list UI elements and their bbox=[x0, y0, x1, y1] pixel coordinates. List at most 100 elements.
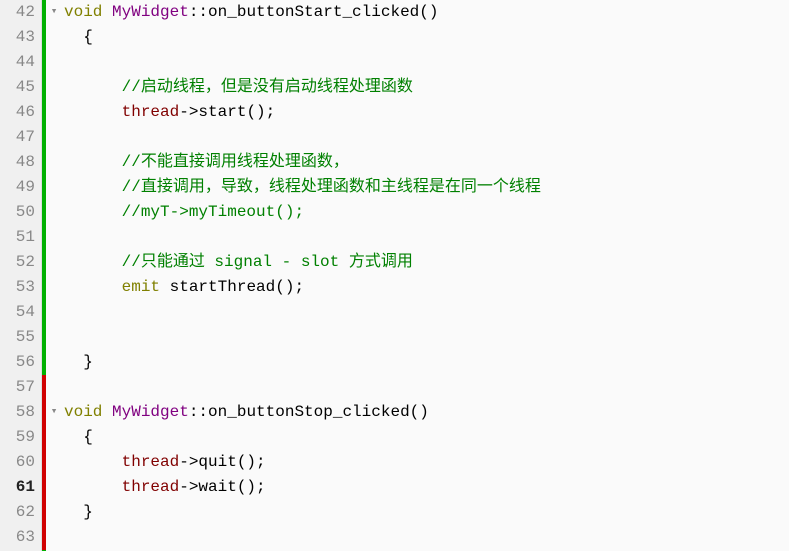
line-number: 60 bbox=[0, 450, 35, 475]
code-line[interactable] bbox=[64, 50, 789, 75]
code-token: startThread bbox=[170, 278, 276, 296]
code-token bbox=[64, 178, 122, 196]
code-line[interactable] bbox=[64, 300, 789, 325]
line-number: 56 bbox=[0, 350, 35, 375]
code-line[interactable] bbox=[64, 225, 789, 250]
code-token: -> bbox=[179, 453, 198, 471]
code-token: (); bbox=[246, 103, 275, 121]
line-number: 44 bbox=[0, 50, 35, 75]
code-line[interactable]: emit startThread(); bbox=[64, 275, 789, 300]
line-number: 62 bbox=[0, 500, 35, 525]
code-token: { bbox=[64, 428, 93, 446]
line-number: 47 bbox=[0, 125, 35, 150]
line-number: 51 bbox=[0, 225, 35, 250]
line-number: 54 bbox=[0, 300, 35, 325]
code-line[interactable]: //启动线程，但是没有启动线程处理函数 bbox=[64, 75, 789, 100]
code-token: MyWidget bbox=[112, 3, 189, 21]
code-token bbox=[160, 278, 170, 296]
line-number: 50 bbox=[0, 200, 35, 225]
code-token: (); bbox=[237, 453, 266, 471]
code-line[interactable]: thread->wait(); bbox=[64, 475, 789, 500]
fold-toggle bbox=[46, 225, 62, 250]
code-line[interactable]: { bbox=[64, 425, 789, 450]
code-line[interactable] bbox=[64, 375, 789, 400]
fold-toggle bbox=[46, 150, 62, 175]
line-number: 63 bbox=[0, 525, 35, 550]
fold-toggle bbox=[46, 175, 62, 200]
fold-toggle bbox=[46, 125, 62, 150]
code-token: (); bbox=[237, 478, 266, 496]
code-token: //启动线程，但是没有启动线程处理函数 bbox=[122, 78, 413, 96]
code-token: () bbox=[419, 3, 438, 21]
code-line[interactable]: } bbox=[64, 350, 789, 375]
fold-toggle bbox=[46, 475, 62, 500]
code-line[interactable] bbox=[64, 325, 789, 350]
code-token bbox=[64, 78, 122, 96]
code-line[interactable] bbox=[64, 125, 789, 150]
code-line[interactable]: //myT->myTimeout(); bbox=[64, 200, 789, 225]
code-token: :: bbox=[189, 403, 208, 421]
code-token bbox=[64, 453, 122, 471]
code-token: on_buttonStop_clicked bbox=[208, 403, 410, 421]
code-area[interactable]: void MyWidget::on_buttonStart_clicked() … bbox=[62, 0, 789, 551]
line-number: 49 bbox=[0, 175, 35, 200]
fold-toggle bbox=[46, 250, 62, 275]
code-token: start bbox=[198, 103, 246, 121]
fold-toggle[interactable]: ▾ bbox=[46, 400, 62, 425]
fold-gutter: ▾▾ bbox=[46, 0, 62, 551]
line-number: 42 bbox=[0, 0, 35, 25]
code-token bbox=[64, 153, 122, 171]
fold-toggle bbox=[46, 200, 62, 225]
code-token bbox=[64, 478, 122, 496]
code-token: void bbox=[64, 403, 112, 421]
code-token: { bbox=[64, 28, 93, 46]
line-number: 48 bbox=[0, 150, 35, 175]
fold-toggle bbox=[46, 275, 62, 300]
line-number: 43 bbox=[0, 25, 35, 50]
code-line[interactable]: thread->start(); bbox=[64, 100, 789, 125]
code-token bbox=[64, 253, 122, 271]
line-number: 61 bbox=[0, 475, 35, 500]
line-number: 53 bbox=[0, 275, 35, 300]
line-number: 58 bbox=[0, 400, 35, 425]
code-token: thread bbox=[122, 453, 180, 471]
fold-toggle bbox=[46, 375, 62, 400]
line-number: 46 bbox=[0, 100, 35, 125]
code-line[interactable] bbox=[64, 525, 789, 550]
code-token: emit bbox=[122, 278, 160, 296]
code-line[interactable]: { bbox=[64, 25, 789, 50]
line-number: 45 bbox=[0, 75, 35, 100]
fold-toggle bbox=[46, 100, 62, 125]
fold-toggle bbox=[46, 50, 62, 75]
fold-toggle bbox=[46, 25, 62, 50]
code-token: () bbox=[410, 403, 429, 421]
code-line[interactable]: void MyWidget::on_buttonStart_clicked() bbox=[64, 0, 789, 25]
code-token: thread bbox=[122, 103, 180, 121]
line-number: 52 bbox=[0, 250, 35, 275]
code-line[interactable]: //不能直接调用线程处理函数， bbox=[64, 150, 789, 175]
code-line[interactable]: thread->quit(); bbox=[64, 450, 789, 475]
code-line[interactable]: //直接调用，导致，线程处理函数和主线程是在同一个线程 bbox=[64, 175, 789, 200]
fold-toggle bbox=[46, 500, 62, 525]
fold-toggle bbox=[46, 450, 62, 475]
fold-toggle[interactable]: ▾ bbox=[46, 0, 62, 25]
code-token: //直接调用，导致，线程处理函数和主线程是在同一个线程 bbox=[122, 178, 541, 196]
code-token: -> bbox=[179, 103, 198, 121]
code-token: quit bbox=[198, 453, 236, 471]
code-token bbox=[64, 103, 122, 121]
code-token bbox=[64, 278, 122, 296]
fold-toggle bbox=[46, 325, 62, 350]
code-token bbox=[64, 203, 122, 221]
fold-toggle bbox=[46, 75, 62, 100]
code-line[interactable]: //只能通过 signal - slot 方式调用 bbox=[64, 250, 789, 275]
code-editor[interactable]: 4243444546474849505152535455565758596061… bbox=[0, 0, 789, 551]
code-token: //myT->myTimeout(); bbox=[122, 203, 304, 221]
code-token: void bbox=[64, 3, 112, 21]
code-line[interactable]: } bbox=[64, 500, 789, 525]
code-line[interactable]: void MyWidget::on_buttonStop_clicked() bbox=[64, 400, 789, 425]
line-number: 55 bbox=[0, 325, 35, 350]
fold-toggle bbox=[46, 300, 62, 325]
code-token: :: bbox=[189, 3, 208, 21]
code-token: (); bbox=[275, 278, 304, 296]
code-token: //不能直接调用线程处理函数， bbox=[122, 153, 349, 171]
